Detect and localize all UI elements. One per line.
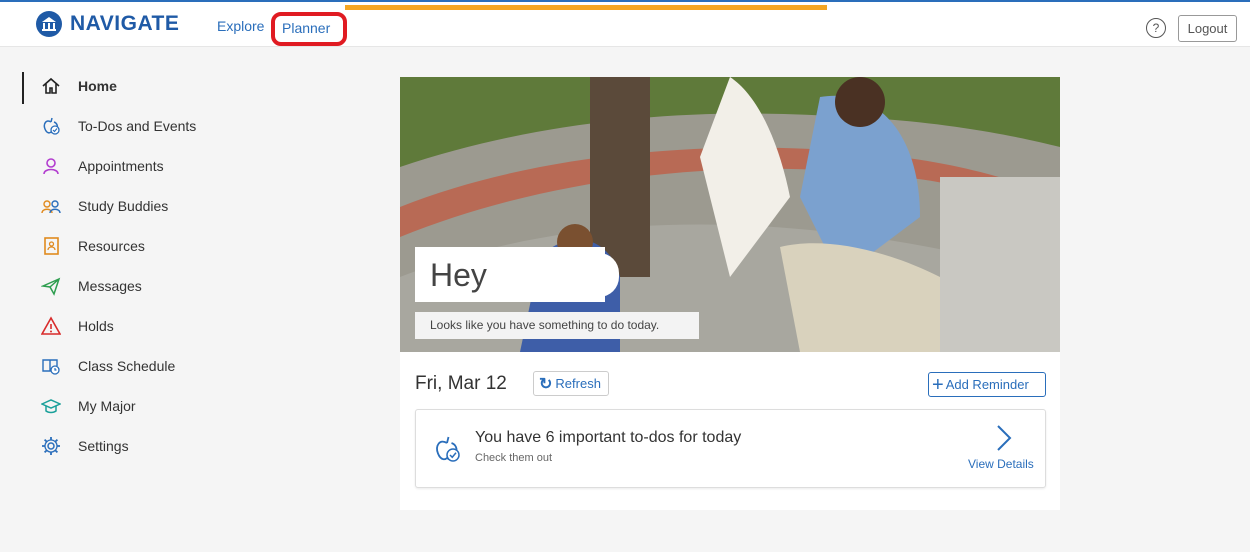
graduation-cap-icon xyxy=(40,395,62,417)
greeting-subtitle-box: Looks like you have something to do toda… xyxy=(415,312,699,339)
sidebar-item-label: Resources xyxy=(78,238,145,254)
add-reminder-button[interactable]: + Add Reminder xyxy=(928,372,1046,397)
sidebar-item-home[interactable]: Home xyxy=(22,66,222,106)
paper-plane-icon xyxy=(40,275,62,297)
nav-planner[interactable]: Planner xyxy=(271,12,347,46)
plus-icon: + xyxy=(932,373,944,396)
redacted-name xyxy=(501,253,619,297)
view-details-link[interactable]: View Details xyxy=(968,457,1034,471)
refresh-button[interactable]: ↻ Refresh xyxy=(533,371,609,396)
add-reminder-label: Add Reminder xyxy=(945,377,1029,392)
nav-planner-label: Planner xyxy=(282,20,331,36)
hero-photo: Hey Looks like you have something to do … xyxy=(400,77,1060,352)
refresh-icon: ↻ xyxy=(539,375,553,393)
warning-icon xyxy=(40,315,62,337)
sidebar-item-class-schedule[interactable]: Class Schedule xyxy=(22,346,222,386)
sidebar-item-settings[interactable]: Settings xyxy=(22,426,222,466)
nav-explore[interactable]: Explore xyxy=(217,18,264,34)
sidebar-item-resources[interactable]: Resources xyxy=(22,226,222,266)
sidebar-item-label: To-Dos and Events xyxy=(78,118,197,134)
apple-check-icon xyxy=(432,434,462,464)
logo-icon xyxy=(36,11,62,37)
sidebar-item-label: Study Buddies xyxy=(78,198,169,214)
campus-photo-illustration xyxy=(400,77,1060,352)
active-indicator xyxy=(22,72,24,104)
sidebar-item-messages[interactable]: Messages xyxy=(22,266,222,306)
sidebar-item-holds[interactable]: Holds xyxy=(22,306,222,346)
todo-summary-card[interactable]: You have 6 important to-dos for today Ch… xyxy=(415,409,1046,488)
sidebar-item-label: Messages xyxy=(78,278,142,294)
people-icon xyxy=(40,195,62,217)
sidebar-item-label: Home xyxy=(78,78,117,94)
chevron-right-icon[interactable] xyxy=(992,423,1016,453)
sidebar-item-appointments[interactable]: Appointments xyxy=(22,146,222,186)
sidebar-item-my-major[interactable]: My Major xyxy=(22,386,222,426)
logo[interactable]: NAVIGATE xyxy=(36,11,179,37)
greeting-subtitle: Looks like you have something to do toda… xyxy=(430,318,660,332)
schedule-book-icon xyxy=(40,355,62,377)
sidebar-item-label: Holds xyxy=(78,318,114,334)
sidebar-item-label: My Major xyxy=(78,398,136,414)
sidebar-item-todos[interactable]: To-Dos and Events xyxy=(22,106,222,146)
top-bar: NAVIGATE Explore Planner ? Logout xyxy=(0,0,1250,47)
gear-icon xyxy=(40,435,62,457)
sidebar-item-label: Settings xyxy=(78,438,129,454)
sidebar-item-label: Class Schedule xyxy=(78,358,176,374)
resource-book-icon xyxy=(40,235,62,257)
apple-check-icon xyxy=(40,115,62,137)
help-icon: ? xyxy=(1146,18,1166,38)
logout-button[interactable]: Logout xyxy=(1178,15,1237,42)
home-card: Hey Looks like you have something to do … xyxy=(400,77,1060,510)
refresh-label: Refresh xyxy=(555,376,601,391)
sidebar-item-label: Appointments xyxy=(78,158,164,174)
person-icon xyxy=(40,155,62,177)
todo-summary-subtitle: Check them out xyxy=(475,452,553,464)
current-date: Fri, Mar 12 xyxy=(415,373,507,394)
loading-progress-bar xyxy=(345,5,827,10)
todo-summary-title: You have 6 important to-dos for today xyxy=(475,429,742,446)
greeting-box: Hey xyxy=(415,247,619,302)
top-accent-line xyxy=(0,0,1250,2)
brand-name: NAVIGATE xyxy=(70,12,180,35)
sidebar-item-study-buddies[interactable]: Study Buddies xyxy=(22,186,222,226)
home-icon xyxy=(40,75,62,97)
greeting-text: Hey xyxy=(430,257,487,293)
help-button[interactable]: ? xyxy=(1140,13,1172,43)
